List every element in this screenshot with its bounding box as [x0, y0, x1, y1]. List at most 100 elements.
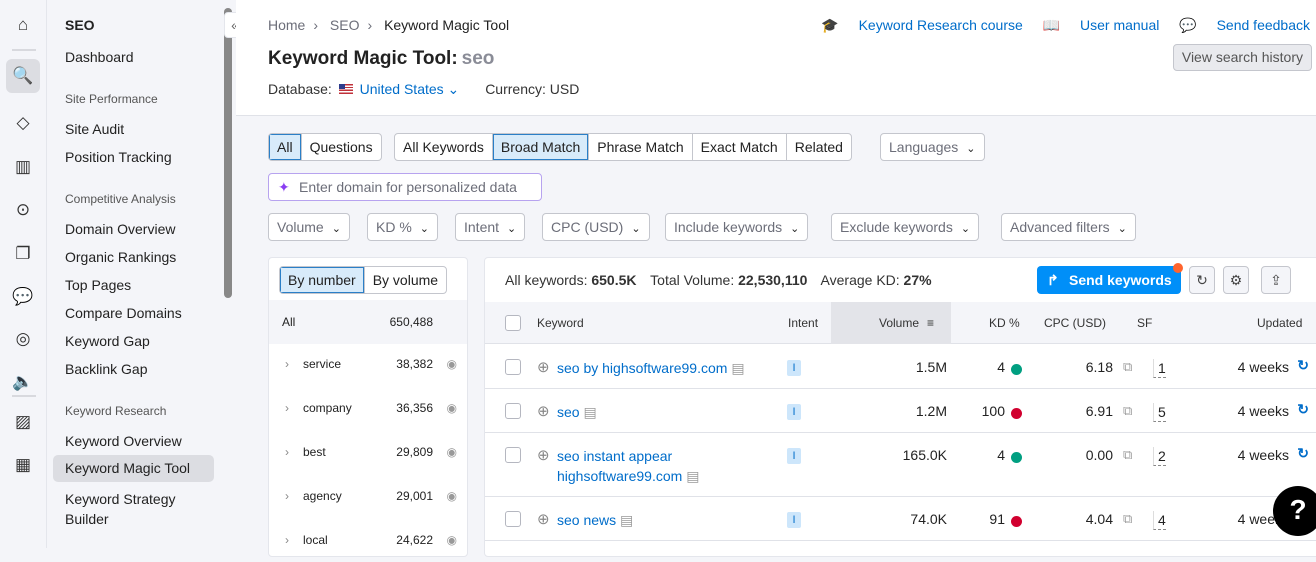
serp-preview-icon[interactable]: ⧉: [1123, 447, 1132, 463]
tab-by-volume[interactable]: By volume: [365, 267, 446, 293]
refresh-button[interactable]: ↻: [1189, 266, 1215, 294]
database-select[interactable]: United States ⌄: [360, 81, 460, 97]
tab-broad-match[interactable]: Broad Match: [492, 134, 590, 160]
sf-count[interactable]: 4: [1153, 511, 1166, 530]
serp-preview-icon[interactable]: ⧉: [1123, 511, 1132, 527]
add-circle-icon[interactable]: ⊕: [537, 358, 550, 376]
sidebar-scrollbar[interactable]: [222, 0, 235, 548]
tab-phrase-match[interactable]: Phrase Match: [589, 134, 693, 160]
eye-icon[interactable]: ◉: [447, 474, 457, 518]
advanced-filters[interactable]: Advanced filters ⌄: [1001, 213, 1136, 241]
sf-count[interactable]: 1: [1153, 359, 1166, 378]
serp-preview-icon[interactable]: ⧉: [1123, 403, 1132, 419]
chevron-right-icon[interactable]: ›: [285, 386, 289, 430]
col-sf[interactable]: SF: [1137, 316, 1152, 330]
keyword-text[interactable]: seo: [557, 404, 580, 420]
scrollbar-thumb[interactable]: [224, 8, 232, 298]
ai-icon[interactable]: ◎: [6, 322, 40, 356]
col-volume[interactable]: Volume: [879, 316, 919, 330]
sort-icon[interactable]: ≡: [927, 316, 934, 330]
chart-icon[interactable]: ▥: [6, 150, 40, 184]
location-pin-icon[interactable]: ⊙: [6, 193, 40, 227]
sidebar-item-position-tracking[interactable]: Position Tracking: [65, 149, 172, 165]
serp-icon[interactable]: ▤: [583, 404, 596, 420]
chat-icon[interactable]: 💬: [6, 280, 40, 314]
feedback-link[interactable]: 💬 Send feedback: [1179, 17, 1310, 33]
sidebar-item-keyword-gap[interactable]: Keyword Gap: [65, 333, 150, 349]
tab-all[interactable]: All: [269, 134, 302, 160]
chevron-right-icon[interactable]: ›: [285, 518, 289, 562]
home-icon[interactable]: ⌂: [6, 8, 40, 42]
sidebar-item-compare-domains[interactable]: Compare Domains: [65, 305, 182, 321]
local-icon[interactable]: ◇: [6, 106, 40, 140]
chevron-right-icon[interactable]: ›: [285, 430, 289, 474]
keyword-link[interactable]: seo by highsoftware99.com ▤: [557, 358, 777, 378]
sidebar-item-dashboard[interactable]: Dashboard: [65, 49, 134, 65]
refresh-icon[interactable]: ↻: [1297, 445, 1309, 462]
col-updated[interactable]: Updated: [1257, 316, 1302, 330]
row-checkbox[interactable]: [505, 447, 521, 463]
sf-count[interactable]: 5: [1153, 403, 1166, 422]
sidebar-item-organic-rankings[interactable]: Organic Rankings: [65, 249, 176, 265]
sidebar-item-keyword-overview[interactable]: Keyword Overview: [65, 433, 182, 449]
tab-related[interactable]: Related: [787, 134, 851, 160]
serp-icon[interactable]: ▤: [620, 512, 633, 528]
tab-all-keywords[interactable]: All Keywords: [395, 134, 493, 160]
help-button[interactable]: ?: [1273, 486, 1316, 536]
row-checkbox[interactable]: [505, 359, 521, 375]
chevron-right-icon[interactable]: ›: [285, 342, 289, 386]
course-link-label[interactable]: Keyword Research course: [859, 17, 1023, 33]
eye-icon[interactable]: ◉: [447, 386, 457, 430]
col-cpc[interactable]: CPC (USD): [1044, 316, 1106, 330]
view-search-history-button[interactable]: View search history: [1172, 44, 1312, 71]
breadcrumb-home[interactable]: Home: [268, 17, 305, 33]
eye-icon[interactable]: ◉: [447, 518, 457, 562]
volume-filter[interactable]: Volume ⌄: [268, 213, 350, 241]
cpc-filter[interactable]: CPC (USD) ⌄: [542, 213, 650, 241]
add-circle-icon[interactable]: ⊕: [537, 446, 550, 464]
group-all-row[interactable]: All 650,488: [269, 300, 467, 344]
manual-link[interactable]: 📖 User manual: [1043, 17, 1160, 33]
megaphone-icon[interactable]: 🔈: [6, 365, 40, 399]
kd-filter[interactable]: KD % ⌄: [367, 213, 439, 241]
sidebar-item-backlink-gap[interactable]: Backlink Gap: [65, 361, 147, 377]
feedback-link-label[interactable]: Send feedback: [1217, 17, 1310, 33]
sidebar-item-domain-overview[interactable]: Domain Overview: [65, 221, 175, 237]
content-icon[interactable]: ❐: [6, 237, 40, 271]
eye-icon[interactable]: ◉: [447, 342, 457, 386]
include-keywords-filter[interactable]: Include keywords ⌄: [665, 213, 809, 241]
group-row[interactable]: › agency 29,001 ◉: [269, 474, 467, 518]
group-row[interactable]: › local 24,622 ◉: [269, 518, 467, 562]
manual-link-label[interactable]: User manual: [1080, 17, 1159, 33]
sf-count[interactable]: 2: [1153, 447, 1166, 466]
database-value[interactable]: United States: [360, 81, 444, 97]
keyword-text[interactable]: seo by highsoftware99.com: [557, 360, 727, 376]
group-row[interactable]: › company 36,356 ◉: [269, 386, 467, 430]
group-row[interactable]: › service 38,382 ◉: [269, 342, 467, 386]
keyword-text[interactable]: seo instant appear highsoftware99.com: [557, 448, 682, 484]
group-row[interactable]: › best 29,809 ◉: [269, 430, 467, 474]
sidebar-item-top-pages[interactable]: Top Pages: [65, 277, 131, 293]
serp-icon[interactable]: ▤: [686, 468, 699, 484]
add-circle-icon[interactable]: ⊕: [537, 510, 550, 528]
keyword-link[interactable]: seo news ▤: [557, 510, 777, 530]
refresh-icon[interactable]: ↻: [1297, 401, 1309, 418]
sidebar-item-keyword-magic-tool[interactable]: Keyword Magic Tool: [53, 455, 214, 482]
seo-icon[interactable]: 🔍: [6, 59, 40, 93]
col-intent[interactable]: Intent: [788, 316, 818, 330]
keyword-text[interactable]: seo news: [557, 512, 616, 528]
trends-icon[interactable]: ▨: [6, 405, 40, 439]
refresh-icon[interactable]: ↻: [1297, 357, 1309, 374]
settings-gear-icon[interactable]: ⚙: [1223, 266, 1249, 294]
sidebar-item-keyword-strategy-builder[interactable]: Keyword Strategy Builder: [65, 489, 205, 529]
domain-input[interactable]: ✦ Enter domain for personalized data: [268, 173, 542, 201]
export-icon[interactable]: ⇪: [1261, 266, 1291, 294]
row-checkbox[interactable]: [505, 403, 521, 419]
course-link[interactable]: 🎓 Keyword Research course: [821, 17, 1023, 33]
breadcrumb-seo[interactable]: SEO: [330, 17, 360, 33]
tab-questions[interactable]: Questions: [302, 134, 381, 160]
exclude-keywords-filter[interactable]: Exclude keywords ⌄: [831, 213, 980, 241]
intent-filter[interactable]: Intent ⌄: [455, 213, 526, 241]
col-kd[interactable]: KD %: [989, 316, 1020, 330]
add-circle-icon[interactable]: ⊕: [537, 402, 550, 420]
